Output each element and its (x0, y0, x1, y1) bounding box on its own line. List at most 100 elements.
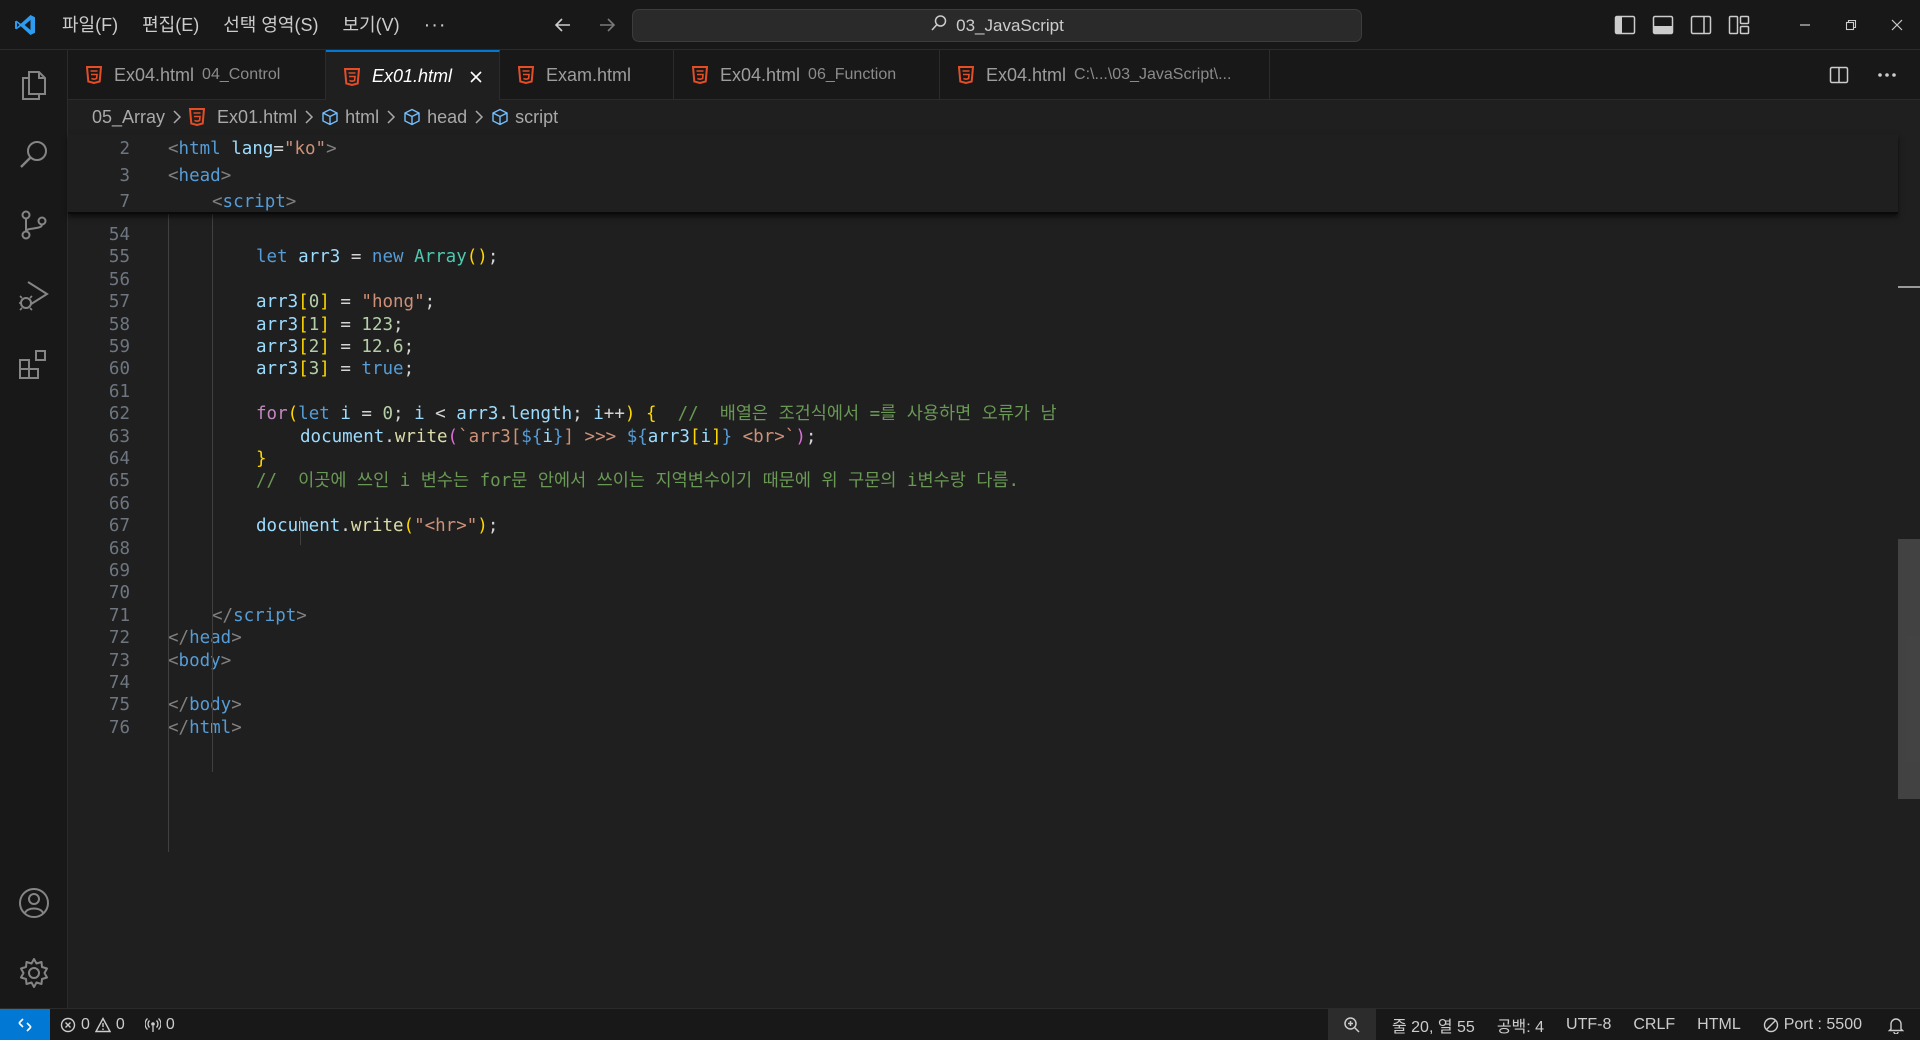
tab-ex04-control[interactable]: Ex04.html 04_Control (68, 50, 326, 100)
code-editor[interactable]: 2 <html lang="ko"> 3 <head> 7 <script> 54 55 le… (68, 134, 1920, 1008)
warning-icon (94, 1016, 111, 1033)
breadcrumb-script[interactable]: script (491, 107, 558, 128)
code-token: new (371, 247, 404, 268)
tab-ex04-function[interactable]: Ex04.html 06_Function (674, 50, 940, 100)
explorer-icon[interactable] (0, 50, 68, 120)
extensions-icon[interactable] (0, 330, 68, 400)
code-token: 0 (308, 292, 320, 313)
customize-layout-icon[interactable] (1720, 7, 1758, 43)
breadcrumb-folder[interactable]: 05_Array (92, 107, 165, 128)
source-control-icon[interactable] (0, 190, 68, 260)
code-token: ; (424, 292, 436, 313)
menu-file[interactable]: 파일(F) (50, 8, 130, 42)
warning-count: 0 (115, 1015, 125, 1033)
indent-guide (300, 517, 301, 545)
close-window-icon[interactable] (1874, 0, 1920, 50)
menu-more-button[interactable]: ··· (412, 8, 459, 42)
close-tab-icon[interactable] (468, 66, 483, 88)
restore-icon[interactable] (1828, 0, 1874, 50)
html5-file-icon (958, 66, 974, 84)
command-center-search[interactable]: 03_JavaScript (632, 9, 1362, 42)
tab-description: C:\...\03_JavaScript\... (1074, 66, 1232, 83)
code-token: > (296, 605, 307, 626)
more-actions-icon[interactable] (1868, 57, 1906, 93)
circle-slash-icon (1763, 1017, 1779, 1033)
code-token: < (168, 139, 179, 159)
language-mode[interactable]: HTML (1685, 1009, 1751, 1040)
html5-file-icon (692, 66, 708, 84)
breadcrumb: 05_Array Ex01.html html head script (68, 100, 1920, 134)
code-token: > (220, 650, 232, 671)
line-number: 76 (108, 717, 130, 738)
remote-indicator-icon[interactable] (0, 1008, 50, 1040)
toggle-panel-icon[interactable] (1644, 7, 1682, 43)
code-token: ; (393, 404, 415, 425)
code-token: > (231, 695, 242, 716)
encoding-status[interactable]: UTF-8 (1554, 1009, 1621, 1040)
code-token: arr3 (456, 404, 499, 425)
toggle-primary-sidebar-icon[interactable] (1606, 7, 1644, 43)
indentation-status[interactable]: 공백: 4 (1485, 1009, 1554, 1040)
tab-ex04-javascript[interactable]: Ex04.html C:\...\03_JavaScript\... (940, 50, 1270, 100)
indent-guide (168, 214, 169, 852)
toggle-secondary-sidebar-icon[interactable] (1682, 7, 1720, 43)
code-token: ++ (603, 404, 625, 425)
code-token: ( (287, 404, 299, 425)
split-editor-icon[interactable] (1820, 57, 1858, 93)
notifications-bell-icon[interactable] (1872, 1009, 1920, 1040)
breadcrumb-html[interactable]: html (321, 107, 379, 128)
line-number: 7 (119, 192, 130, 213)
minimize-icon[interactable] (1782, 0, 1828, 50)
vscode-logo-icon[interactable] (0, 0, 50, 50)
tab-ex01-active[interactable]: Ex01.html (326, 50, 500, 101)
scrollbar-thumb[interactable] (1898, 539, 1920, 799)
code-line: 7 <script> (68, 189, 1898, 216)
ports-indicator[interactable]: 0 (135, 1009, 185, 1040)
code-token: } (721, 426, 733, 447)
menu-selection[interactable]: 선택 영역(S) (211, 8, 330, 42)
cursor-position[interactable]: 줄 20, 열 55 (1376, 1009, 1485, 1040)
chevron-right-icon (386, 110, 396, 124)
back-arrow-icon[interactable] (548, 10, 578, 40)
search-sidebar-icon[interactable] (0, 120, 68, 190)
code-token: for (256, 404, 288, 425)
title-bar: 파일(F) 편집(E) 선택 영역(S) 보기(V) ··· 03_JavaSc… (0, 0, 1920, 50)
eol-status[interactable]: CRLF (1621, 1009, 1685, 1040)
line-number: 3 (119, 165, 130, 186)
tab-exam[interactable]: Exam.html (500, 50, 674, 100)
editor-tabs: Ex04.html 04_Control Ex01.html Exam.html… (68, 50, 1920, 101)
code-token: </ (212, 605, 234, 626)
forward-arrow-icon[interactable] (592, 10, 622, 40)
code-token: arr3 (256, 314, 299, 335)
accounts-icon[interactable] (0, 868, 68, 938)
code-token: = (350, 404, 383, 425)
code-token: > (285, 192, 297, 213)
zoom-icon[interactable] (1327, 1008, 1376, 1040)
menu-edit[interactable]: 편집(E) (130, 8, 211, 42)
code-token: . (340, 516, 351, 537)
activity-bar (0, 50, 68, 1008)
problems-indicator[interactable]: 0 0 (50, 1009, 135, 1040)
menu-view[interactable]: 보기(V) (330, 8, 411, 42)
code-token: < (212, 192, 223, 213)
chevron-right-icon (172, 110, 182, 124)
sticky-scroll-header[interactable]: 2 <html lang="ko"> 3 <head> 7 <script> (68, 134, 1898, 214)
run-debug-icon[interactable] (0, 260, 68, 330)
vertical-scrollbar[interactable] (1898, 134, 1920, 1008)
code-token: 2 (308, 337, 320, 357)
html5-file-icon (518, 66, 534, 84)
live-server-port[interactable]: Port : 5500 (1751, 1009, 1872, 1040)
code-text: </html> (168, 715, 242, 742)
code-token: document (256, 516, 341, 537)
breadcrumb-head[interactable]: head (403, 107, 467, 128)
command-center-text: 03_JavaScript (956, 15, 1064, 35)
scrollbar-cursor-marker (1898, 286, 1920, 288)
breadcrumb-file[interactable]: Ex01.html (189, 107, 297, 128)
code-token: = (273, 139, 284, 159)
tab-label: Ex04.html (986, 64, 1067, 85)
settings-gear-icon[interactable] (0, 938, 68, 1008)
code-token: true (361, 359, 404, 380)
